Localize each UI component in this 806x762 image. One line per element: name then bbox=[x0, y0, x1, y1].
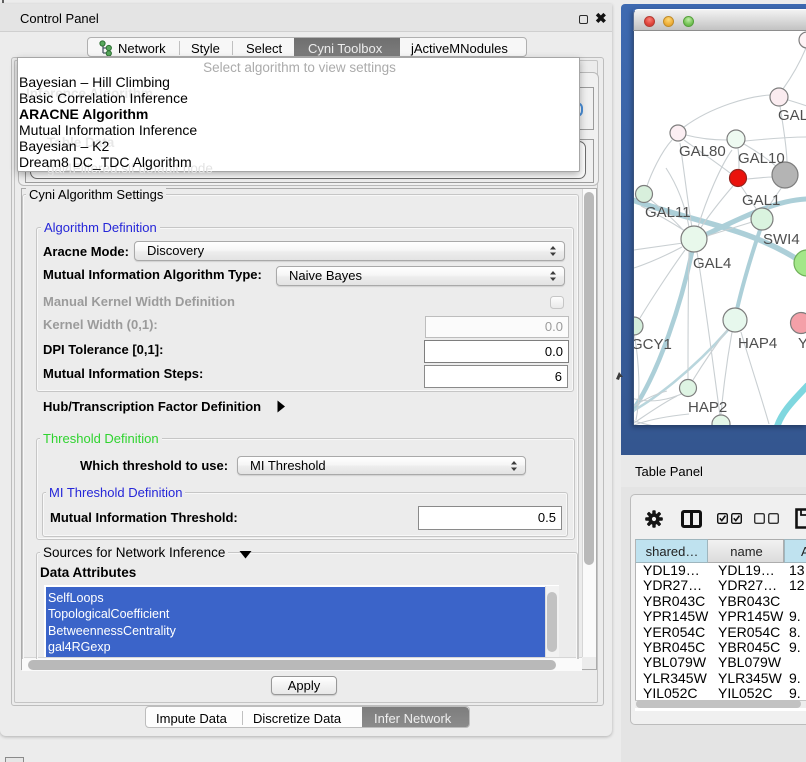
svg-text:GAL10: GAL10 bbox=[738, 150, 785, 167]
svg-text:GAL1: GAL1 bbox=[742, 192, 780, 209]
svg-text:GAL4: GAL4 bbox=[693, 255, 731, 272]
svg-text:GCY1: GCY1 bbox=[634, 336, 672, 353]
svg-text:SWI4: SWI4 bbox=[763, 231, 800, 248]
svg-text:HAP4: HAP4 bbox=[738, 335, 777, 352]
svg-text:GAL80: GAL80 bbox=[679, 143, 726, 160]
svg-text:GAL7: GAL7 bbox=[778, 107, 806, 124]
svg-text:HAP2: HAP2 bbox=[688, 399, 727, 416]
svg-text:GAL11: GAL11 bbox=[645, 204, 691, 221]
svg-text:Y: Y bbox=[798, 335, 806, 352]
